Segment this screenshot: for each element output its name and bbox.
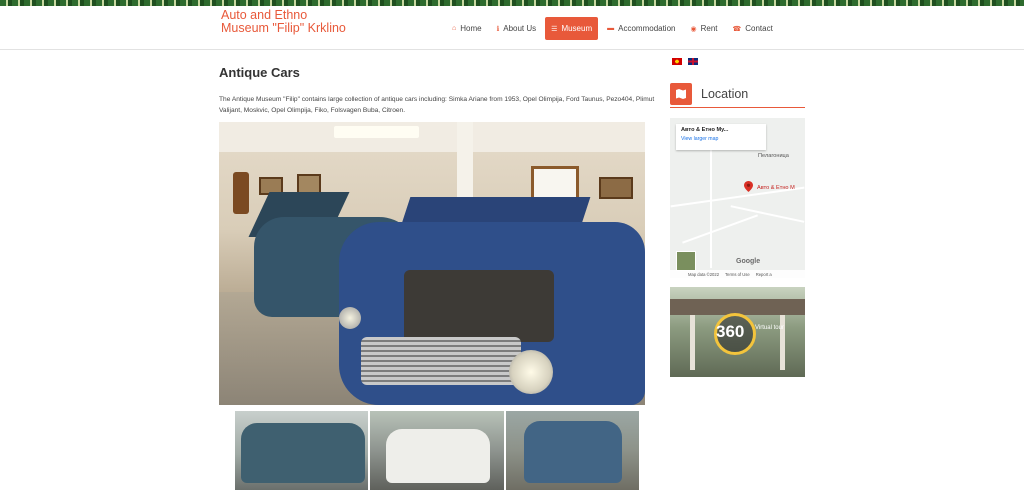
gallery-thumbnail-1[interactable] — [235, 411, 368, 490]
gallery-thumbnail-2[interactable] — [370, 411, 504, 490]
gallery-thumbnail-3[interactable] — [506, 411, 639, 490]
museum-icon: ☰ — [551, 25, 558, 33]
thumb-car — [524, 421, 622, 483]
tour-label: Virtual tour — [755, 325, 784, 331]
en-flag-icon[interactable] — [688, 58, 698, 65]
nav-home-label: Home — [460, 24, 482, 33]
photo-wall-frame — [599, 177, 633, 199]
nav-about-label: About Us — [503, 24, 537, 33]
nav-contact-label: Contact — [745, 24, 773, 33]
mk-flag-icon[interactable] — [672, 58, 682, 65]
map-terms-link[interactable]: Terms of Use — [725, 272, 750, 277]
photo-headlight — [339, 307, 361, 329]
photo-wall-frame — [297, 174, 321, 194]
thumbnail-gallery — [235, 411, 639, 490]
map-icon — [670, 82, 692, 105]
map-place-name: Авто & Етно Му... — [681, 127, 729, 133]
photo-engine — [404, 270, 554, 342]
photo-wall-clock — [233, 172, 249, 214]
map-data-credit: Map data ©2022 — [688, 271, 720, 277]
nav-home[interactable]: ⌂ Home — [446, 17, 488, 40]
info-icon: ℹ — [496, 25, 500, 33]
car-icon: ◉ — [690, 25, 697, 33]
photo-ceiling-lamp — [334, 126, 419, 138]
home-icon: ⌂ — [452, 25, 457, 32]
nav-rent-label: Rent — [700, 24, 718, 33]
bed-icon: ▬ — [607, 25, 615, 32]
nav-museum-label: Museum — [561, 24, 593, 33]
nav-museum[interactable]: ☰ Museum — [545, 17, 599, 40]
tour-photo-post — [780, 315, 785, 370]
map-satellite-toggle[interactable] — [676, 251, 696, 271]
location-title: Location — [701, 86, 749, 101]
map-place-card: Авто & Етно Му... View larger map — [676, 124, 766, 150]
nav-contact[interactable]: ☎ Contact — [727, 17, 779, 40]
photo-grille — [361, 337, 521, 385]
page-title: Antique Cars — [219, 65, 300, 80]
google-logo: Google — [736, 258, 761, 265]
photo-ceiling — [219, 122, 645, 152]
map-footer: Map data ©2022 Terms of Use Report a — [670, 270, 805, 278]
thumb-car — [241, 423, 365, 483]
phone-icon: ☎ — [732, 25, 742, 33]
virtual-tour-banner[interactable]: 360 Virtual tour — [670, 287, 805, 377]
site-logo[interactable]: Auto and Ethno Museum "Filip" Krklino — [221, 9, 381, 35]
map-road — [682, 214, 758, 244]
site-header: Auto and Ethno Museum "Filip" Krklino ⌂ … — [0, 6, 1024, 50]
thumb-car — [386, 429, 490, 483]
map-pin-label: Авто & Етно М — [757, 185, 795, 191]
map-road — [710, 138, 712, 268]
hero-photo-antique-cars[interactable] — [219, 122, 645, 405]
main-nav: ⌂ Home ℹ About Us ☰ Museum ▬ Accommodati… — [446, 17, 782, 40]
nav-accommodation[interactable]: ▬ Accommodation — [601, 17, 681, 40]
location-heading: Location — [670, 80, 805, 108]
embedded-map[interactable]: Авто & Етно Му... View larger map Пелаго… — [670, 118, 805, 278]
map-pin-icon[interactable] — [744, 181, 753, 192]
intro-text: The Antique Museum "Filip" contains larg… — [219, 96, 655, 114]
tour-photo-post — [690, 315, 695, 370]
nav-rent[interactable]: ◉ Rent — [684, 17, 723, 40]
map-report-link[interactable]: Report a — [756, 272, 772, 277]
logo-line-2: Museum "Filip" Krklino — [221, 21, 346, 35]
view-larger-map-link[interactable]: View larger map — [681, 136, 761, 142]
nav-accommodation-label: Accommodation — [618, 24, 676, 33]
map-town-label: Пелагоница — [758, 153, 789, 159]
nav-about-us[interactable]: ℹ About Us — [491, 17, 543, 40]
photo-pillar — [457, 122, 473, 204]
tour-number: 360 — [716, 322, 745, 341]
language-switcher — [672, 58, 704, 65]
photo-headlight — [509, 350, 553, 394]
